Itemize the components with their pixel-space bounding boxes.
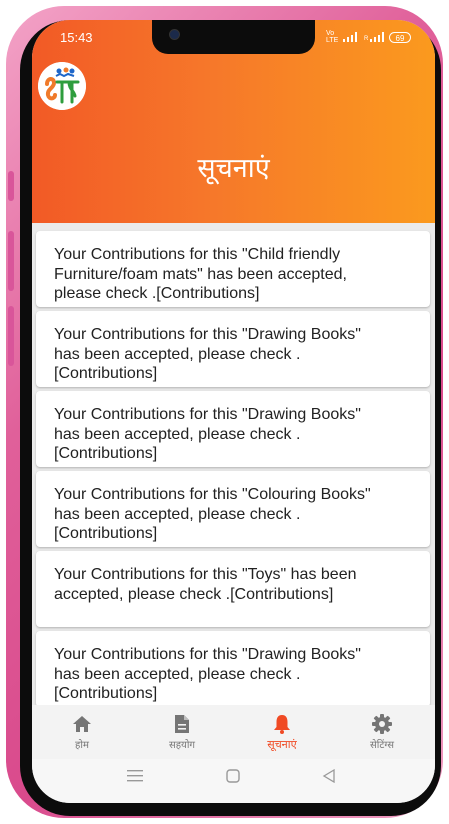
logo-mark — [38, 62, 86, 110]
nav-label-notifications: सूचनाएं — [267, 738, 297, 751]
notification-text: Your Contributions for this "Colouring B… — [54, 486, 371, 542]
system-nav-bar — [32, 759, 435, 803]
signal-icon: R — [364, 32, 384, 42]
notification-text: Your Contributions for this "Toys" has b… — [54, 566, 357, 603]
notification-card[interactable]: Your Contributions for this "Drawing Boo… — [36, 391, 430, 467]
notification-card[interactable]: Your Contributions for this "Colouring B… — [36, 471, 430, 547]
camera-icon — [169, 29, 180, 40]
document-icon — [175, 715, 189, 733]
volume-button — [8, 171, 14, 201]
notification-card[interactable]: Your Contributions for this "Drawing Boo… — [36, 311, 430, 387]
notification-card[interactable]: Your Contributions for this "Child frien… — [36, 231, 430, 307]
sang-logo[interactable] — [38, 62, 86, 110]
notification-list[interactable]: Your Contributions for this "Child frien… — [32, 223, 435, 705]
notification-card[interactable]: Your Contributions for this "Toys" has b… — [36, 551, 430, 627]
power-button — [8, 306, 14, 366]
bell-icon — [274, 715, 290, 734]
status-time: 15:43 — [60, 30, 93, 45]
volume-button — [8, 231, 14, 291]
nav-label-home: होम — [75, 740, 89, 751]
page-title: सूचनाएं — [197, 153, 270, 184]
nav-home[interactable]: होम — [32, 713, 132, 751]
notification-text: Your Contributions for this "Child frien… — [54, 246, 347, 302]
bottom-nav: होम सहयोग सूचनाएं सेटिंग्स — [32, 705, 435, 759]
back-icon[interactable] — [322, 769, 336, 783]
app-screen: 15:43 Vo LTE R 69 सूचनाएं Your Contribut… — [32, 20, 435, 803]
nav-label-contribution: सहयोग — [168, 740, 196, 751]
nav-notifications[interactable]: सूचनाएं — [232, 713, 332, 752]
menu-icon[interactable] — [127, 769, 143, 783]
notification-text: Your Contributions for this "Drawing Boo… — [54, 406, 361, 462]
gear-icon — [372, 714, 392, 734]
notification-text: Your Contributions for this "Drawing Boo… — [54, 646, 361, 702]
volte-label: Vo LTE — [326, 30, 339, 44]
battery-icon: 69 — [389, 31, 411, 43]
home-button-icon[interactable] — [226, 769, 240, 783]
nav-contribution[interactable]: सहयोग — [132, 713, 232, 751]
notification-text: Your Contributions for this "Drawing Boo… — [54, 326, 361, 382]
nav-label-settings: सेटिंग्स — [370, 740, 394, 751]
home-icon — [73, 716, 91, 732]
signal-icon — [343, 32, 357, 42]
svg-text:R: R — [364, 36, 369, 42]
battery-level: 69 — [395, 33, 405, 43]
notification-card[interactable]: Your Contributions for this "Drawing Boo… — [36, 631, 430, 705]
header: 15:43 Vo LTE R 69 सूचनाएं — [32, 20, 435, 223]
status-icons: Vo LTE R 69 — [326, 30, 411, 44]
nav-settings[interactable]: सेटिंग्स — [332, 713, 432, 751]
